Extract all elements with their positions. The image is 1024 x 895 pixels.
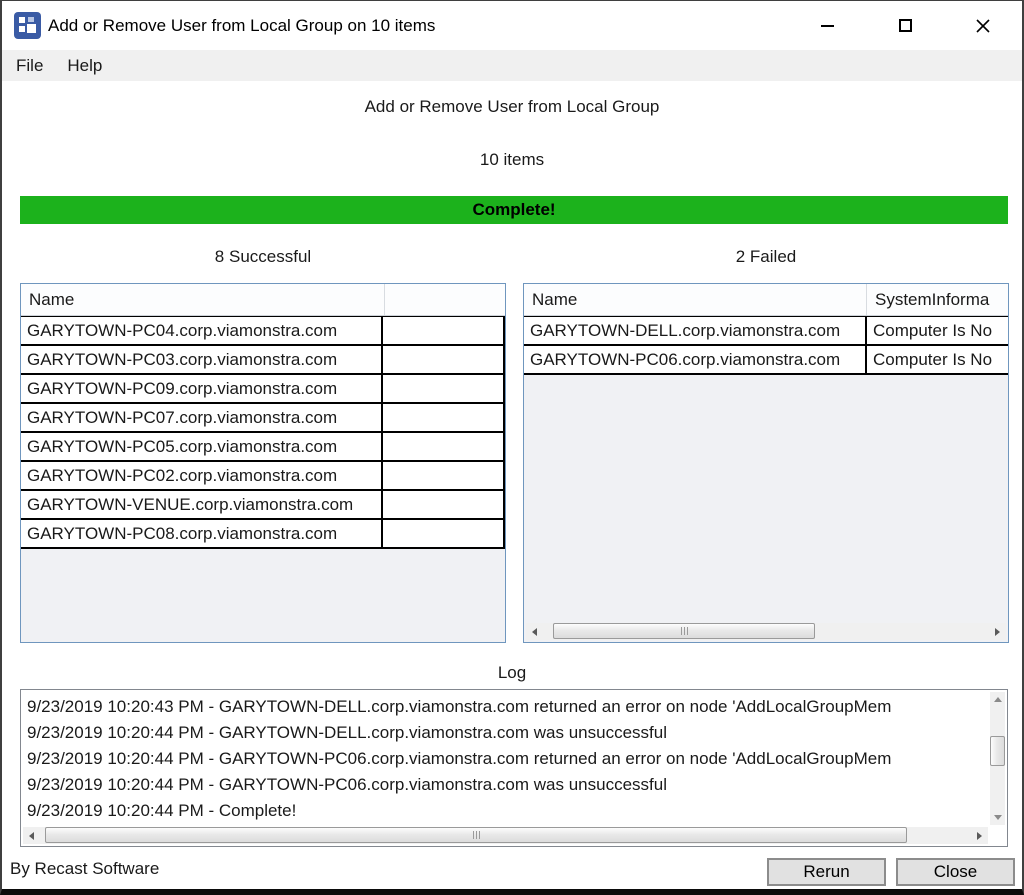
menu-bar: File Help (2, 50, 1022, 81)
table-row[interactable]: GARYTOWN-PC08.corp.viamonstra.com (21, 520, 505, 549)
cell-name: GARYTOWN-PC03.corp.viamonstra.com (21, 346, 383, 373)
app-window: Add or Remove User from Local Group on 1… (0, 0, 1024, 895)
log-line: 9/23/2019 10:20:44 PM - GARYTOWN-DELL.co… (27, 720, 988, 746)
close-window-button[interactable] (958, 1, 1008, 50)
failed-grid-rows: GARYTOWN-DELL.corp.viamonstra.com Comput… (524, 316, 1008, 375)
window-controls (774, 1, 1008, 50)
table-row[interactable]: GARYTOWN-VENUE.corp.viamonstra.com (21, 491, 505, 520)
successful-count-label: 8 Successful (20, 247, 506, 267)
title-bar: Add or Remove User from Local Group on 1… (2, 1, 1022, 50)
vscrollbar[interactable] (990, 692, 1005, 825)
minimize-icon (821, 25, 834, 27)
cell-blank (383, 346, 505, 373)
table-row[interactable]: GARYTOWN-PC05.corp.viamonstra.com (21, 433, 505, 462)
log-title: Log (2, 663, 1022, 683)
progress-bar: Complete! (20, 196, 1008, 224)
table-row[interactable]: GARYTOWN-PC04.corp.viamonstra.com (21, 317, 505, 346)
cell-blank (383, 433, 505, 460)
log-line: 9/23/2019 10:20:44 PM - GARYTOWN-PC06.co… (27, 746, 988, 772)
table-row[interactable]: GARYTOWN-PC07.corp.viamonstra.com (21, 404, 505, 433)
cell-name: GARYTOWN-PC05.corp.viamonstra.com (21, 433, 383, 460)
progress-label: Complete! (472, 200, 555, 220)
table-row[interactable]: GARYTOWN-DELL.corp.viamonstra.com Comput… (524, 317, 1008, 346)
items-count: 10 items (2, 150, 1022, 170)
table-row[interactable]: GARYTOWN-PC06.corp.viamonstra.com Comput… (524, 346, 1008, 375)
cell-name: GARYTOWN-PC04.corp.viamonstra.com (21, 317, 383, 344)
scroll-thumb[interactable] (553, 623, 815, 639)
failed-count-label: 2 Failed (523, 247, 1009, 267)
menu-item-help[interactable]: Help (55, 50, 114, 81)
log-box[interactable]: 9/23/2019 10:20:43 PM - GARYTOWN-DELL.co… (20, 689, 1008, 847)
successful-grid-rows: GARYTOWN-PC04.corp.viamonstra.com GARYTO… (21, 316, 505, 549)
table-row[interactable]: GARYTOWN-PC03.corp.viamonstra.com (21, 346, 505, 375)
cell-systeminformation: Computer Is No (867, 317, 1008, 344)
cell-systeminformation: Computer Is No (867, 346, 1008, 373)
app-icon (14, 12, 41, 39)
column-header-name[interactable]: Name (21, 284, 385, 315)
rerun-button[interactable]: Rerun (767, 858, 886, 886)
cell-blank (383, 491, 505, 518)
close-icon (975, 18, 991, 34)
failed-grid-header: Name SystemInforma (524, 284, 1008, 316)
cell-name: GARYTOWN-DELL.corp.viamonstra.com (524, 317, 867, 344)
cell-blank (383, 462, 505, 489)
scroll-left-arrow-icon[interactable] (23, 827, 40, 844)
failed-grid: Name SystemInforma GARYTOWN-DELL.corp.vi… (523, 283, 1009, 643)
cell-name: GARYTOWN-VENUE.corp.viamonstra.com (21, 491, 383, 518)
menu-item-file[interactable]: File (2, 50, 55, 81)
rerun-button-label: Rerun (803, 862, 849, 882)
log-lines: 9/23/2019 10:20:43 PM - GARYTOWN-DELL.co… (21, 692, 988, 826)
window-title: Add or Remove User from Local Group on 1… (48, 1, 435, 50)
scroll-track[interactable] (40, 827, 971, 844)
log-line: 9/23/2019 10:20:43 PM - GARYTOWN-DELL.co… (27, 694, 988, 720)
hscrollbar[interactable] (23, 827, 988, 844)
scroll-up-arrow-icon[interactable] (990, 692, 1005, 707)
cell-name: GARYTOWN-PC08.corp.viamonstra.com (21, 520, 383, 547)
successful-grid: Name GARYTOWN-PC04.corp.viamonstra.com G… (20, 283, 506, 643)
cell-blank (383, 520, 505, 547)
scroll-down-arrow-icon[interactable] (990, 810, 1005, 825)
scroll-thumb[interactable] (990, 736, 1005, 766)
close-button-label: Close (934, 862, 977, 882)
scroll-right-arrow-icon[interactable] (989, 623, 1006, 640)
cell-name: GARYTOWN-PC06.corp.viamonstra.com (524, 346, 867, 373)
hscrollbar[interactable] (526, 623, 1006, 640)
cell-blank (383, 375, 505, 402)
successful-grid-header: Name (21, 284, 505, 316)
scroll-track[interactable] (543, 623, 989, 640)
column-header-name[interactable]: Name (524, 284, 867, 315)
maximize-icon (899, 19, 912, 32)
cell-blank (383, 317, 505, 344)
cell-name: GARYTOWN-PC07.corp.viamonstra.com (21, 404, 383, 431)
close-button[interactable]: Close (896, 858, 1015, 886)
scroll-right-arrow-icon[interactable] (971, 827, 988, 844)
column-header-blank[interactable] (385, 284, 505, 315)
column-header-systeminformation[interactable]: SystemInforma (867, 284, 1008, 315)
maximize-button[interactable] (880, 1, 930, 50)
log-line: 9/23/2019 10:20:44 PM - GARYTOWN-PC06.co… (27, 772, 988, 798)
log-line: 9/23/2019 10:20:44 PM - Complete! (27, 798, 988, 824)
cell-blank (383, 404, 505, 431)
credit-text: By Recast Software (10, 859, 159, 879)
minimize-button[interactable] (802, 1, 852, 50)
cell-name: GARYTOWN-PC02.corp.viamonstra.com (21, 462, 383, 489)
table-row[interactable]: GARYTOWN-PC09.corp.viamonstra.com (21, 375, 505, 404)
scroll-thumb[interactable] (45, 827, 907, 843)
page-title: Add or Remove User from Local Group (2, 97, 1022, 117)
cell-name: GARYTOWN-PC09.corp.viamonstra.com (21, 375, 383, 402)
table-row[interactable]: GARYTOWN-PC02.corp.viamonstra.com (21, 462, 505, 491)
scroll-left-arrow-icon[interactable] (526, 623, 543, 640)
